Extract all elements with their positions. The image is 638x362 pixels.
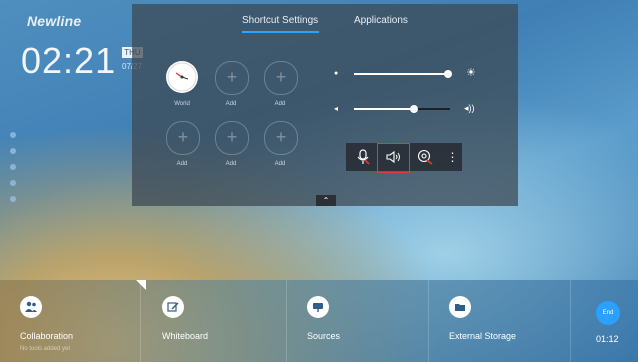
plus-icon: + xyxy=(226,127,238,147)
dock-whiteboard[interactable]: Whiteboard xyxy=(142,280,287,362)
active-tab-indicator xyxy=(242,31,319,33)
plus-icon: + xyxy=(177,127,189,147)
dock-collaboration[interactable]: Collaboration No tools added yet xyxy=(0,280,141,362)
tab-applications[interactable]: Applications xyxy=(354,15,408,26)
camera-off-icon[interactable] xyxy=(410,143,439,171)
more-vertical-icon[interactable]: ⋮ xyxy=(438,143,467,171)
shortcut-label-world: World xyxy=(174,101,190,107)
tab-shortcut-settings[interactable]: Shortcut Settings xyxy=(242,15,318,26)
dock-sub: No tools added yet xyxy=(20,346,71,352)
end-session-button[interactable]: End xyxy=(596,301,620,325)
side-dot xyxy=(10,180,16,186)
session-timer: 01:12 xyxy=(596,334,619,344)
dock-sources[interactable]: Sources xyxy=(287,280,429,362)
shortcut-label-add: Add xyxy=(274,161,286,167)
shortcut-label-add: Add xyxy=(176,161,188,167)
shortcut-label-add: Add xyxy=(225,161,237,167)
sources-icon xyxy=(307,296,329,318)
side-dot xyxy=(10,196,16,202)
volume-knob[interactable] xyxy=(410,105,418,113)
speaker-highlight xyxy=(377,143,410,173)
add-shortcut-button[interactable]: + xyxy=(264,61,298,95)
corner-flag xyxy=(136,280,146,290)
brightness-slider[interactable] xyxy=(354,73,450,75)
world-clock-icon[interactable] xyxy=(166,61,198,93)
storage-icon xyxy=(449,296,471,318)
side-dot xyxy=(10,164,16,170)
add-shortcut-button[interactable]: + xyxy=(215,61,249,95)
dock-label: Collaboration xyxy=(20,331,74,341)
whiteboard-icon xyxy=(162,296,184,318)
brightness-high-icon: ☀ xyxy=(466,67,476,79)
add-shortcut-button[interactable]: + xyxy=(166,121,200,155)
brand-logo: Newline xyxy=(27,13,82,29)
clock-time: 02:21 xyxy=(21,40,117,81)
shortcut-label-add: Add xyxy=(274,101,286,107)
plus-icon: + xyxy=(275,67,287,87)
plus-icon: + xyxy=(275,127,287,147)
dock-label: External Storage xyxy=(449,331,517,341)
brightness-knob[interactable] xyxy=(444,70,452,78)
collapse-panel-button[interactable]: ⌃ xyxy=(316,195,336,206)
add-shortcut-button[interactable]: + xyxy=(264,121,298,155)
bottom-dock: Collaboration No tools added yet Whitebo… xyxy=(0,280,638,362)
side-dot xyxy=(10,132,16,138)
brightness-low-icon: ● xyxy=(334,70,339,77)
dock-label: Whiteboard xyxy=(162,331,209,341)
add-shortcut-button[interactable]: + xyxy=(215,121,249,155)
plus-icon: + xyxy=(226,67,238,87)
volume-slider-remaining xyxy=(414,108,450,110)
dock-external-storage[interactable]: External Storage xyxy=(429,280,571,362)
dock-label: Sources xyxy=(307,331,341,341)
volume-low-icon: ◂ xyxy=(334,104,339,113)
side-dot xyxy=(10,148,16,154)
volume-slider[interactable] xyxy=(354,108,414,110)
collaboration-icon xyxy=(20,296,42,318)
microphone-muted-icon[interactable] xyxy=(348,143,377,171)
shortcut-label-add: Add xyxy=(225,101,237,107)
volume-high-icon: ◂)) xyxy=(464,103,475,113)
